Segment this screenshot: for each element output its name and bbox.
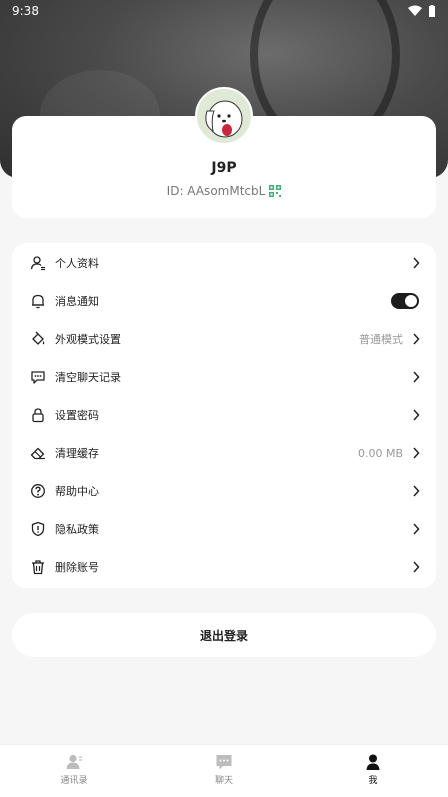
tab-label: 聊天 <box>214 776 233 786</box>
person-icon <box>366 754 380 770</box>
menu-item-profile[interactable]: 个人资料 <box>12 244 436 282</box>
help-circle-icon <box>31 484 45 498</box>
menu-label: 隐私政策 <box>55 523 99 536</box>
menu-label: 个人资料 <box>55 257 99 270</box>
wifi-icon <box>408 5 422 16</box>
notifications-toggle[interactable] <box>391 293 419 309</box>
chevron-right-icon <box>413 561 420 573</box>
bell-icon <box>32 294 44 309</box>
contacts-icon <box>66 754 82 769</box>
menu-label: 清理缓存 <box>55 447 99 460</box>
menu-item-password[interactable]: 设置密码 <box>12 396 436 434</box>
menu-item-help[interactable]: 帮助中心 <box>12 472 436 510</box>
chevron-right-icon <box>413 447 420 459</box>
menu-item-privacy[interactable]: 隐私政策 <box>12 510 436 548</box>
eraser-icon <box>30 447 45 460</box>
chat-bubble-icon <box>31 371 45 384</box>
chevron-right-icon <box>413 333 420 345</box>
avatar[interactable] <box>195 87 253 145</box>
paint-bucket-icon <box>32 331 45 345</box>
qr-code-icon[interactable] <box>269 185 282 197</box>
tab-me[interactable]: 我 <box>333 753 413 786</box>
status-bar: 9:38 <box>0 0 448 22</box>
user-icon <box>30 256 45 271</box>
chevron-right-icon <box>413 257 420 269</box>
tab-chat[interactable]: 聊天 <box>184 753 264 786</box>
chevron-right-icon <box>413 523 420 535</box>
user-name: J9P <box>211 160 237 176</box>
appearance-mode-value: 普通模式 <box>359 333 403 346</box>
cache-size-value: 0.00 MB <box>357 446 403 460</box>
menu-item-clear-cache[interactable]: 清理缓存 0.00 MB <box>12 434 436 472</box>
user-id-row: ID: AAsomMtcbL <box>0 184 448 198</box>
tab-label: 我 <box>368 776 378 786</box>
avatar-dog-icon <box>205 100 243 138</box>
menu-item-appearance[interactable]: 外观模式设置 普通模式 <box>12 320 436 358</box>
settings-menu: 个人资料 消息通知 外观模式设置 普通模式 清空聊天记录 设置密码 清理缓存 0… <box>12 243 436 588</box>
menu-label: 设置密码 <box>55 409 99 422</box>
menu-item-notifications[interactable]: 消息通知 <box>12 282 436 320</box>
menu-label: 删除账号 <box>55 561 99 574</box>
menu-label: 帮助中心 <box>55 485 99 498</box>
trash-icon <box>32 560 44 575</box>
menu-label: 消息通知 <box>55 295 99 308</box>
tab-label: 通讯录 <box>60 776 88 786</box>
shield-icon <box>31 521 45 537</box>
menu-item-delete-account[interactable]: 删除账号 <box>12 548 436 586</box>
chevron-right-icon <box>413 485 420 497</box>
tab-contacts[interactable]: 通讯录 <box>34 753 114 786</box>
menu-label: 外观模式设置 <box>55 333 121 346</box>
battery-icon <box>429 4 435 17</box>
chevron-right-icon <box>413 409 420 421</box>
menu-item-clear-chat[interactable]: 清空聊天记录 <box>12 358 436 396</box>
chat-icon <box>216 755 232 770</box>
status-time: 9:38 <box>12 4 39 18</box>
logout-button[interactable]: 退出登录 <box>12 613 436 657</box>
chevron-right-icon <box>413 371 420 383</box>
user-id: ID: AAsomMtcbL <box>166 184 266 198</box>
bottom-tab-bar: 通讯录 聊天 我 <box>0 744 448 797</box>
menu-label: 清空聊天记录 <box>55 371 121 384</box>
lock-icon <box>32 408 44 423</box>
